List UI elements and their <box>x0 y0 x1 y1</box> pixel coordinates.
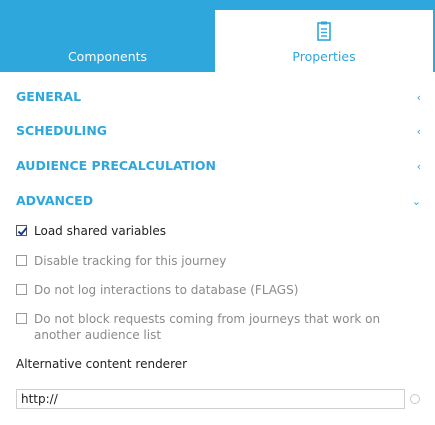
section-advanced-label: ADVANCED <box>16 193 94 208</box>
option-label: Disable tracking for this journey <box>34 254 227 268</box>
checkbox-do-not-log[interactable] <box>16 284 27 295</box>
section-scheduling[interactable]: SCHEDULING ‹ <box>16 123 421 143</box>
tab-components-label: Components <box>67 49 148 64</box>
properties-panel: GENERAL ‹ SCHEDULING ‹ AUDIENCE PRECALCU… <box>0 72 435 425</box>
section-audience-precalculation[interactable]: AUDIENCE PRECALCULATION ‹ <box>16 158 421 178</box>
option-do-not-log[interactable]: Do not log interactions to database (FLA… <box>16 282 421 298</box>
chevron-left-icon: ‹ <box>416 125 421 138</box>
chevron-left-icon: ‹ <box>416 160 421 173</box>
tab-properties-label: Properties <box>292 49 356 64</box>
clipboard-icon <box>317 21 331 41</box>
section-general[interactable]: GENERAL ‹ <box>16 89 421 109</box>
checkbox-disable-tracking[interactable] <box>16 255 27 266</box>
option-load-shared-variables[interactable]: Load shared variables <box>16 223 421 239</box>
option-disable-tracking[interactable]: Disable tracking for this journey <box>16 253 421 269</box>
chevron-down-icon: ⌄ <box>411 195 421 208</box>
tab-properties[interactable]: Properties <box>215 10 435 72</box>
tab-components[interactable]: Components <box>0 10 215 72</box>
section-scheduling-label: SCHEDULING <box>16 123 108 138</box>
tab-bar: Components Properties <box>0 0 435 72</box>
section-general-label: GENERAL <box>16 89 82 104</box>
chevron-left-icon: ‹ <box>416 91 421 104</box>
option-label: Load shared variables <box>34 224 166 238</box>
option-do-not-block[interactable]: Do not block requests coming from journe… <box>16 311 421 343</box>
section-advanced[interactable]: ADVANCED ⌄ <box>16 193 421 213</box>
renderer-url-input[interactable] <box>16 389 405 409</box>
option-label: Do not log interactions to database (FLA… <box>34 283 299 297</box>
checkbox-do-not-block[interactable] <box>16 313 27 324</box>
option-label: Do not block requests coming from journe… <box>34 312 381 342</box>
checkbox-load-shared-variables[interactable] <box>16 225 27 236</box>
renderer-label: Alternative content renderer <box>16 357 188 371</box>
info-icon[interactable] <box>410 394 420 404</box>
section-audience-label: AUDIENCE PRECALCULATION <box>16 158 216 173</box>
